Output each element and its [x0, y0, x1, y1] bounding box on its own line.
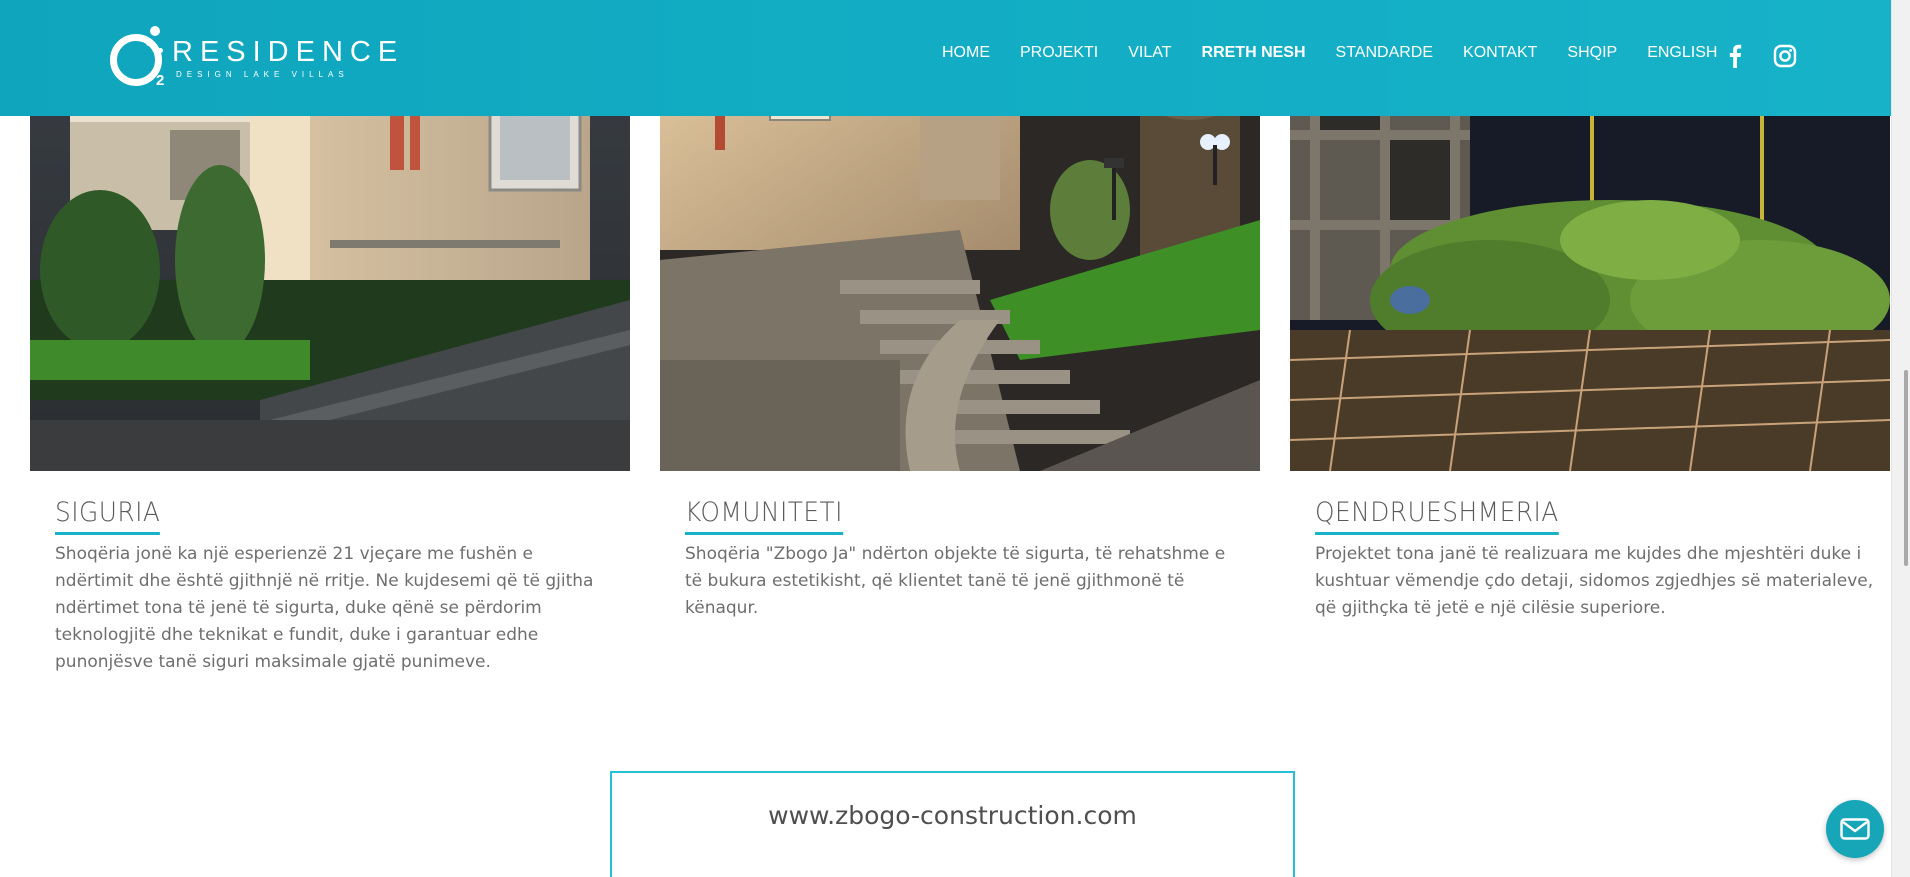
website-link[interactable]: www.zbogo-construction.com	[612, 801, 1293, 830]
card-text: Shoqëria jonë ka një esperienzë 21 vjeça…	[55, 544, 594, 672]
logo-ring	[110, 34, 162, 86]
logo[interactable]: 2 RESIDENCE DESIGN LAKE VILLAS	[108, 22, 397, 94]
nav-projekti[interactable]: PROJEKTI	[1020, 44, 1098, 62]
website-box: www.zbogo-construction.com	[610, 771, 1295, 877]
nav-kontakt[interactable]: KONTAKT	[1463, 44, 1537, 62]
nav-shqip[interactable]: SHQIP	[1567, 44, 1617, 62]
mail-icon	[1840, 818, 1870, 840]
card-title: KOMUNITETI	[685, 497, 843, 535]
logo-tagline: DESIGN LAKE VILLAS	[176, 70, 349, 79]
logo-subscript: 2	[156, 72, 165, 89]
nav-standarde[interactable]: STANDARDE	[1336, 44, 1434, 62]
card-text: Projektet tona janë të realizuara me kuj…	[1315, 544, 1874, 618]
nav-home[interactable]: HOME	[942, 44, 990, 62]
page: SIGURIA Shoqëria jonë ka një esperienzë …	[0, 0, 1910, 877]
nav-vilat[interactable]: VILAT	[1128, 44, 1171, 62]
site-header: 2 RESIDENCE DESIGN LAKE VILLAS HOME PROJ…	[0, 0, 1891, 116]
card-title: SIGURIA	[55, 497, 161, 535]
logo-bubble-tiny	[158, 48, 163, 53]
scrollbar-thumb[interactable]	[1904, 370, 1908, 566]
card-title: QENDRUESHMERIA	[1315, 497, 1559, 535]
nav-english[interactable]: ENGLISH	[1647, 44, 1717, 62]
logo-wordmark: RESIDENCE	[172, 36, 405, 68]
facebook-icon[interactable]	[1728, 44, 1742, 68]
contact-chat-button[interactable]	[1826, 800, 1884, 858]
main-nav: HOME PROJEKTI VILAT RRETH NESH STANDARDE…	[942, 44, 1747, 62]
logo-bubble-large	[150, 26, 160, 36]
logo-bubble-small	[146, 40, 152, 46]
instagram-icon[interactable]	[1773, 44, 1797, 68]
card-text: Shoqëria "Zbogo Ja" ndërton objekte të s…	[685, 544, 1226, 618]
nav-rreth-nesh[interactable]: RRETH NESH	[1202, 44, 1306, 62]
